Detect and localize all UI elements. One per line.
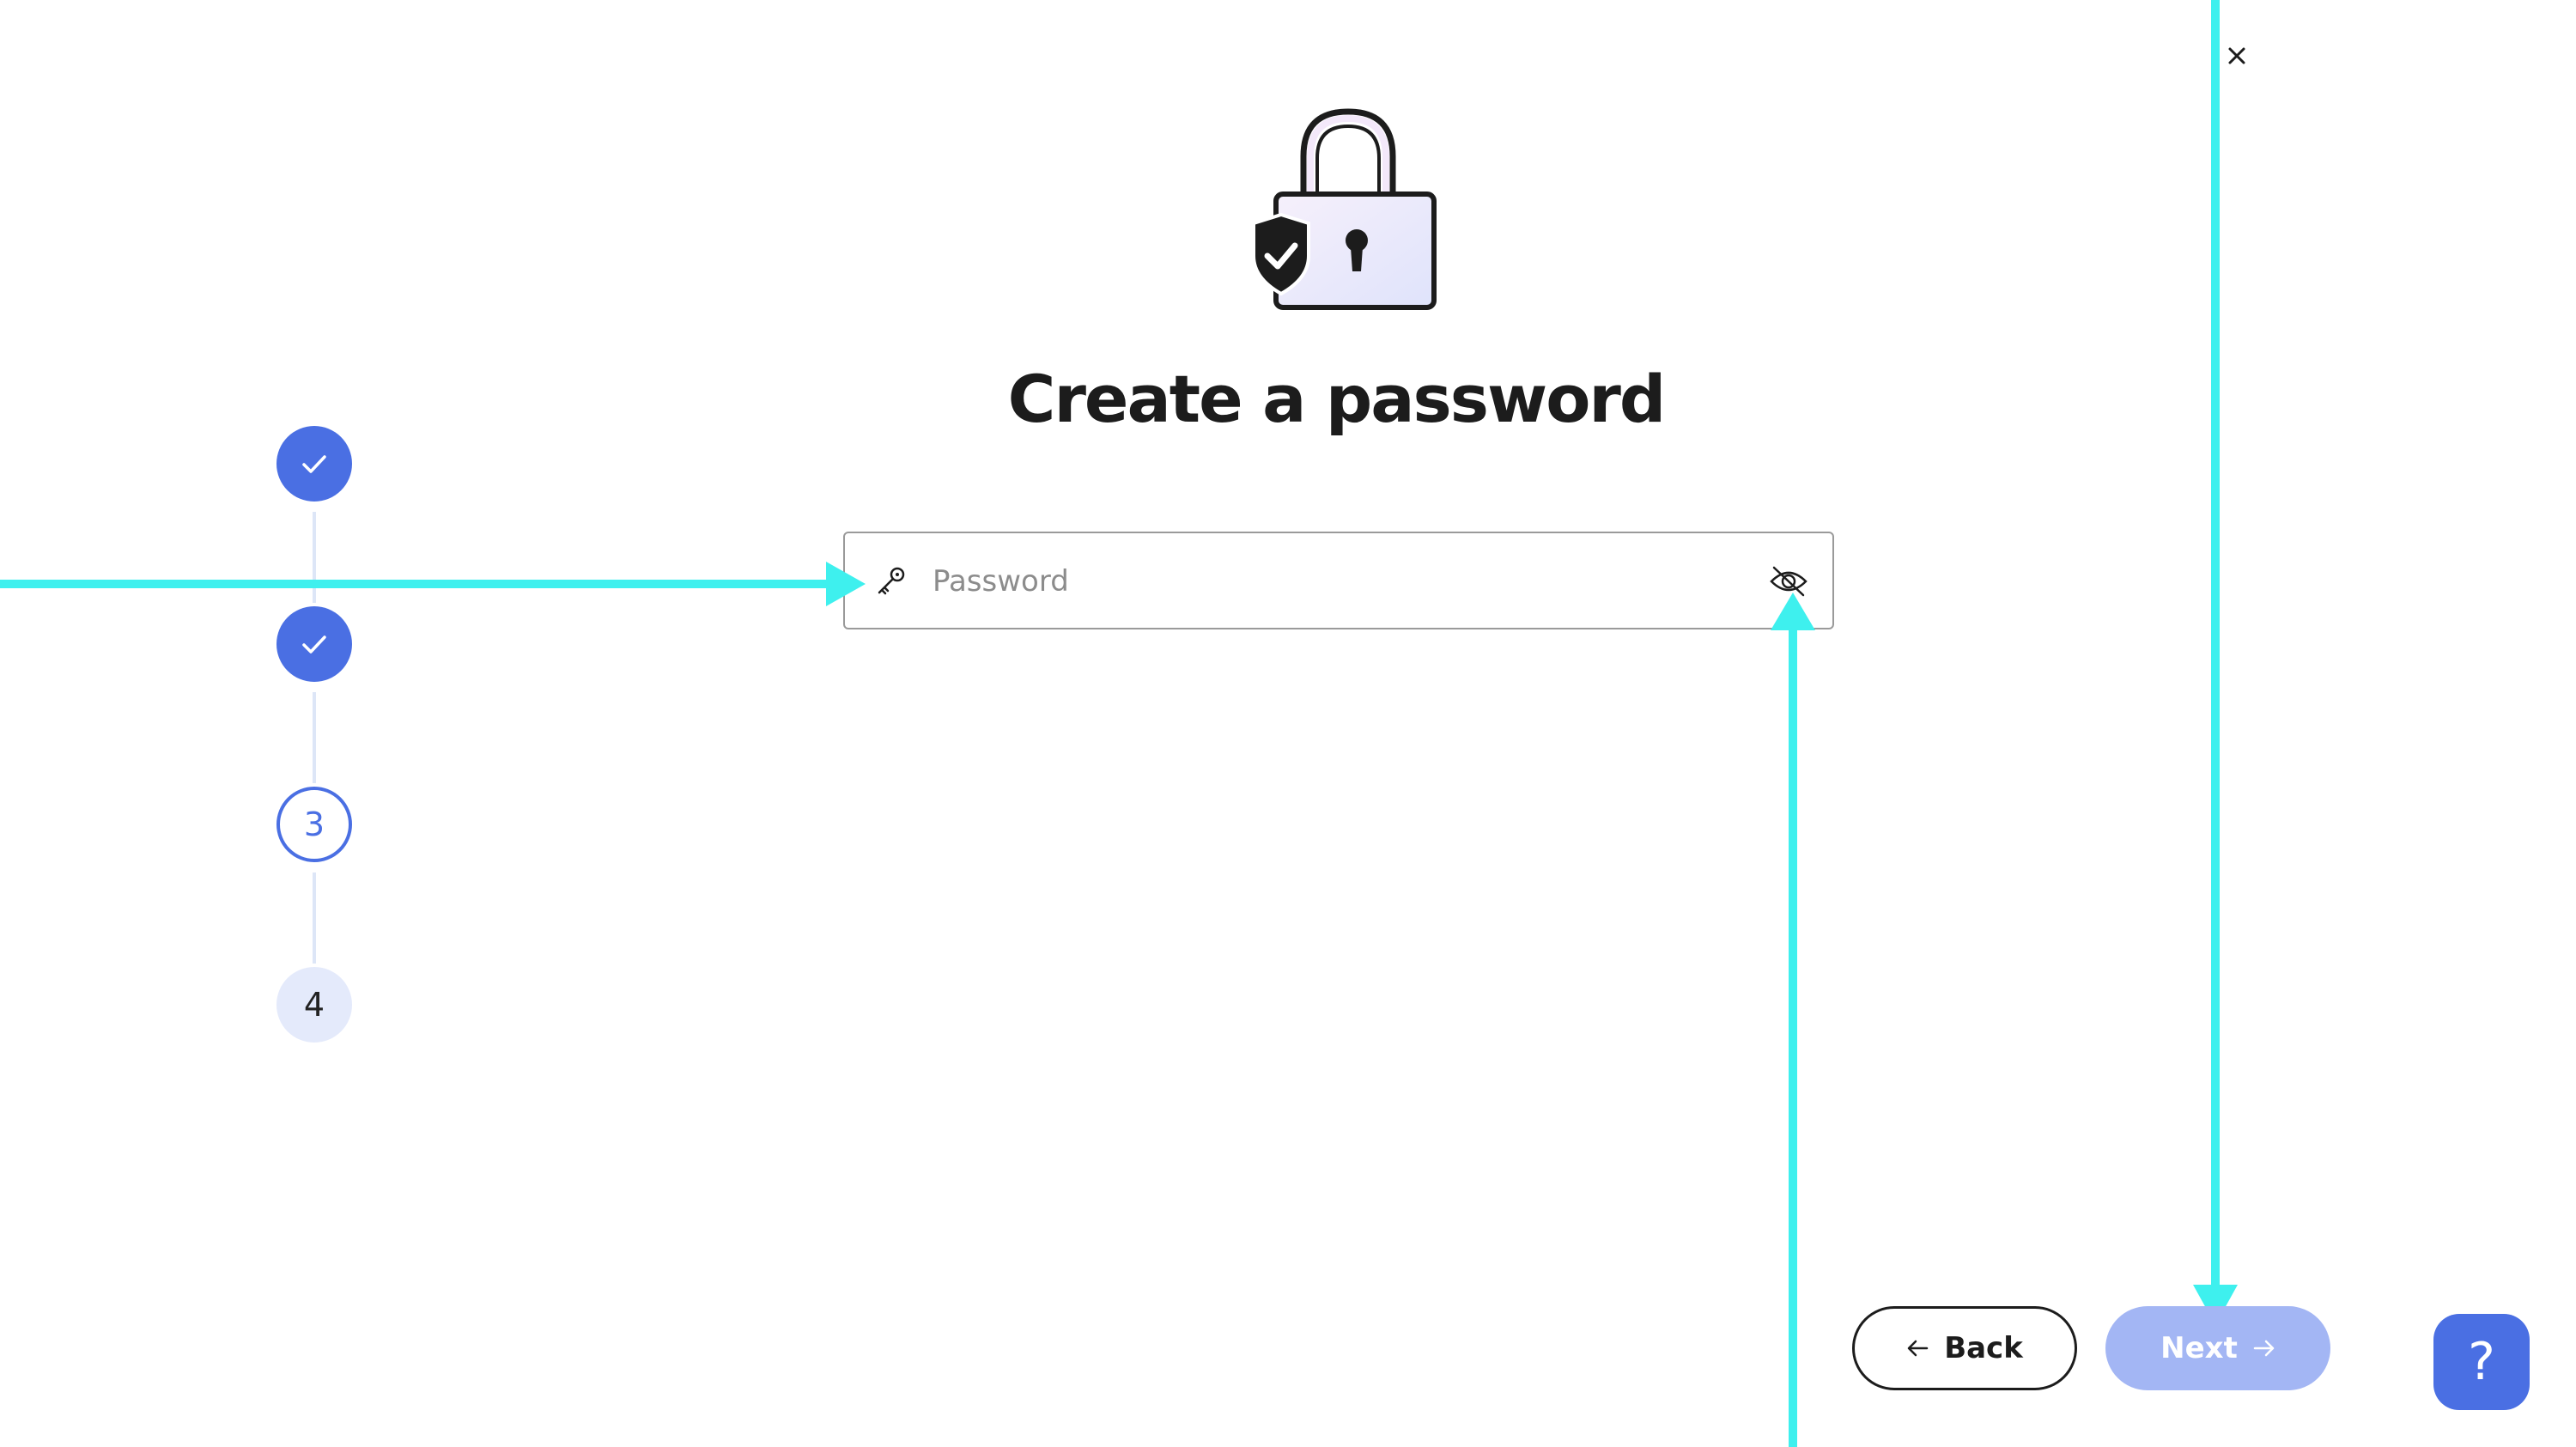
create-password-page: 3 4 Create a password Back Next ? <box>0 0 2576 1447</box>
step-1-completed <box>276 426 352 502</box>
step-3-current: 3 <box>276 787 352 862</box>
back-button[interactable]: Back <box>1852 1306 2077 1390</box>
annotation-arrow-down <box>2193 0 2238 1325</box>
eye-off-icon[interactable] <box>1769 564 1808 599</box>
annotation-arrow-up <box>1771 593 1815 1447</box>
step-number: 3 <box>303 806 325 843</box>
key-icon <box>878 567 905 595</box>
annotation-arrow-horizontal <box>0 562 866 606</box>
checkmark-icon <box>302 455 326 473</box>
padlock-shield-icon <box>1252 108 1437 310</box>
password-input[interactable] <box>931 533 1724 629</box>
back-button-label: Back <box>1944 1331 2023 1365</box>
help-icon: ? <box>2468 1332 2495 1392</box>
password-field[interactable] <box>843 532 1834 629</box>
next-button[interactable]: Next <box>2105 1306 2330 1390</box>
arrow-left-icon <box>1907 1340 1929 1357</box>
close-button[interactable] <box>2222 41 2251 70</box>
lock-illustration <box>1236 103 1443 318</box>
step-4-pending: 4 <box>276 967 352 1043</box>
stepper-connector <box>313 692 316 783</box>
arrow-right-icon <box>2253 1340 2275 1357</box>
stepper-connector <box>313 512 316 603</box>
help-button[interactable]: ? <box>2433 1314 2530 1410</box>
step-number: 4 <box>303 986 325 1024</box>
page-title: Create a password <box>1007 361 1667 437</box>
close-icon <box>2228 47 2245 64</box>
checkmark-icon <box>302 635 326 654</box>
next-button-label: Next <box>2160 1331 2238 1365</box>
stepper-connector <box>313 872 316 964</box>
step-2-completed <box>276 606 352 682</box>
